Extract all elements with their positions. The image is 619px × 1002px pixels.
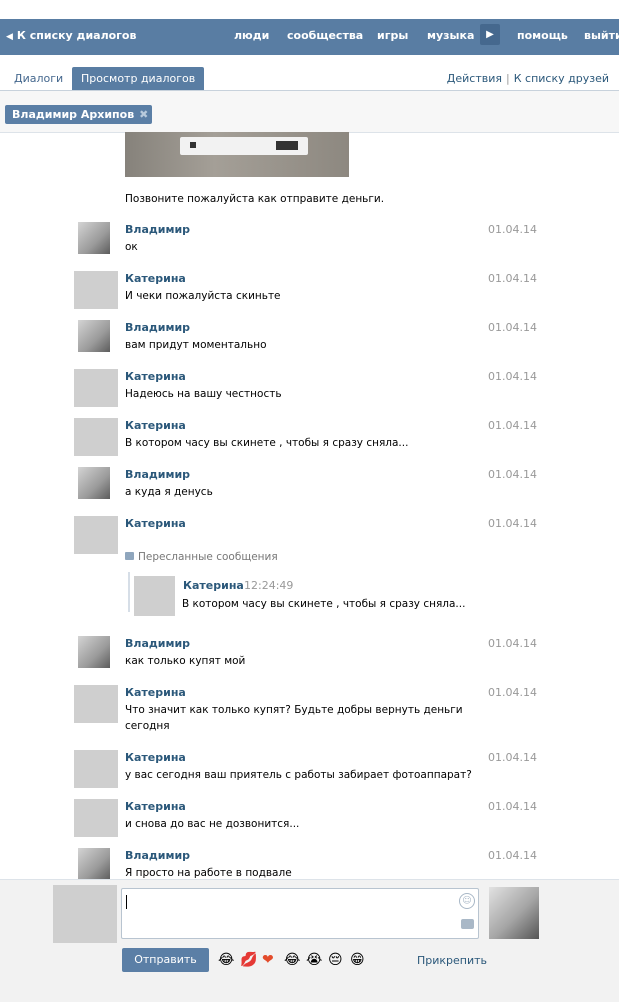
- actions-link[interactable]: Действия: [447, 72, 502, 85]
- right-links: Действия | К списку друзей: [447, 72, 609, 85]
- avatar[interactable]: [74, 799, 118, 837]
- message-date: 01.04.14: [488, 800, 537, 813]
- avatar[interactable]: [74, 418, 118, 456]
- avatar[interactable]: [74, 271, 118, 309]
- avatar[interactable]: [74, 685, 118, 723]
- message-text: вам придут моментально: [125, 339, 267, 351]
- avatar[interactable]: [74, 516, 118, 554]
- sender-name[interactable]: Катерина: [125, 271, 186, 287]
- peer-chip[interactable]: Владимир Архипов ✖: [5, 105, 153, 124]
- avatar[interactable]: [78, 636, 110, 668]
- message-text: И чеки пожалуйста скиньте: [125, 290, 281, 302]
- text-caret: [126, 895, 127, 909]
- sender-name[interactable]: Катерина: [125, 799, 186, 815]
- message-date: 01.04.14: [488, 849, 537, 862]
- sender-name[interactable]: Катерина: [125, 516, 186, 532]
- message-text: Надеюсь на вашу честность: [125, 388, 282, 400]
- close-icon[interactable]: ✖: [139, 105, 148, 124]
- tab-dialogs[interactable]: Диалоги: [14, 67, 63, 90]
- emoji-crying-icon[interactable]: 😭: [306, 951, 322, 969]
- device-in-photo: [180, 137, 308, 155]
- message-text: и снова до вас не дозвонится...: [125, 818, 300, 830]
- forwarded-avatar[interactable]: [134, 576, 175, 616]
- camera-icon[interactable]: [461, 919, 474, 929]
- message-text: Позвоните пожалуйста как отправите деньг…: [125, 193, 385, 205]
- sender-name[interactable]: Владимир: [125, 848, 190, 864]
- message-input[interactable]: ☺: [121, 888, 479, 939]
- send-button[interactable]: Отправить: [122, 948, 209, 972]
- message-date: 01.04.14: [488, 272, 537, 285]
- forwarded-label-text: Пересланные сообщения: [138, 551, 278, 563]
- message-text: ок: [125, 241, 138, 253]
- message-text: а куда я денусь: [125, 486, 213, 498]
- my-avatar[interactable]: [53, 885, 117, 943]
- message-date: 01.04.14: [488, 468, 537, 481]
- message-date: 01.04.14: [488, 637, 537, 650]
- forwarded-quote-line: [128, 572, 130, 612]
- friends-list-link[interactable]: К списку друзей: [514, 72, 609, 85]
- message-text: В котором часу вы скинете , чтобы я сраз…: [125, 437, 409, 449]
- nav-games[interactable]: игры: [377, 19, 408, 55]
- message-date: 01.04.14: [488, 321, 537, 334]
- play-arrow-button[interactable]: ▶: [480, 24, 500, 45]
- message-date: 01.04.14: [488, 517, 537, 530]
- nav-communities[interactable]: сообщества: [287, 19, 363, 55]
- tabs-bar: Диалоги Просмотр диалогов Действия | К спи…: [0, 56, 619, 91]
- avatar[interactable]: [78, 848, 110, 880]
- avatar[interactable]: [78, 320, 110, 352]
- forwarded-time: 12:24:49: [244, 579, 294, 592]
- play-icon: ▶: [486, 29, 494, 40]
- nav-logout[interactable]: выйти: [584, 19, 619, 55]
- message-text: Что значит как только купят? Будьте добр…: [125, 704, 463, 716]
- nav-people[interactable]: люди: [234, 19, 269, 55]
- avatar[interactable]: [78, 222, 110, 254]
- avatar[interactable]: [74, 369, 118, 407]
- message-date: 01.04.14: [488, 686, 537, 699]
- attached-photo[interactable]: [125, 132, 349, 177]
- back-to-dialogs-link[interactable]: ◀ К списку диалогов: [6, 19, 136, 55]
- smile-icon[interactable]: ☺: [459, 893, 475, 909]
- speech-bubble-icon: [125, 552, 134, 560]
- attach-link[interactable]: Прикрепить: [417, 953, 487, 969]
- peer-avatar[interactable]: [489, 887, 539, 939]
- forwarded-sender-name[interactable]: Катерина: [183, 578, 244, 594]
- avatar[interactable]: [74, 750, 118, 788]
- peer-bar: Владимир Архипов ✖: [0, 91, 619, 133]
- emoji-tears-of-joy-icon[interactable]: 😂: [284, 951, 300, 969]
- message-text: как только купят мой: [125, 655, 246, 667]
- peer-name: Владимир Архипов: [12, 108, 135, 121]
- sender-name[interactable]: Катерина: [125, 418, 186, 434]
- emoji-kiss-icon[interactable]: 💋: [240, 951, 257, 969]
- emoji-pensive-icon[interactable]: 😔: [328, 951, 343, 969]
- message-date: 01.04.14: [488, 223, 537, 236]
- forwarded-text: В котором часу вы скинете , чтобы я сраз…: [182, 598, 466, 610]
- sender-name[interactable]: Владимир: [125, 467, 190, 483]
- emoji-heart-icon[interactable]: ❤: [262, 951, 274, 969]
- chevron-left-icon: ◀: [6, 32, 13, 42]
- nav-help[interactable]: помощь: [517, 19, 568, 55]
- sender-name[interactable]: Катерина: [125, 369, 186, 385]
- message-date: 01.04.14: [488, 751, 537, 764]
- back-label: К списку диалогов: [16, 29, 137, 42]
- avatar[interactable]: [78, 467, 110, 499]
- tab-view-dialogs[interactable]: Просмотр диалогов: [72, 67, 205, 90]
- separator: |: [506, 72, 510, 85]
- message-text-line-2: сегодня: [125, 720, 170, 732]
- emoji-grin-icon[interactable]: 😁: [350, 951, 365, 969]
- sender-name[interactable]: Владимир: [125, 320, 190, 336]
- sender-name[interactable]: Владимир: [125, 636, 190, 652]
- sender-name[interactable]: Катерина: [125, 685, 186, 701]
- message-date: 01.04.14: [488, 419, 537, 432]
- emoji-laughing-icon[interactable]: 😂: [218, 951, 234, 969]
- forwarded-messages-label[interactable]: Пересланные сообщения: [125, 549, 278, 565]
- sender-name[interactable]: Катерина: [125, 750, 186, 766]
- sender-name[interactable]: Владимир: [125, 222, 190, 238]
- message-text: у вас сегодня ваш приятель с работы заби…: [125, 769, 472, 781]
- message-date: 01.04.14: [488, 370, 537, 383]
- top-navigation-bar: ◀ К списку диалогов люди сообщества игры …: [0, 19, 619, 55]
- nav-music[interactable]: музыка: [427, 19, 474, 55]
- message-composer: ☺ Отправить 😂 💋 ❤ 😂 😭 😔 😁 Прикрепить: [0, 879, 619, 1002]
